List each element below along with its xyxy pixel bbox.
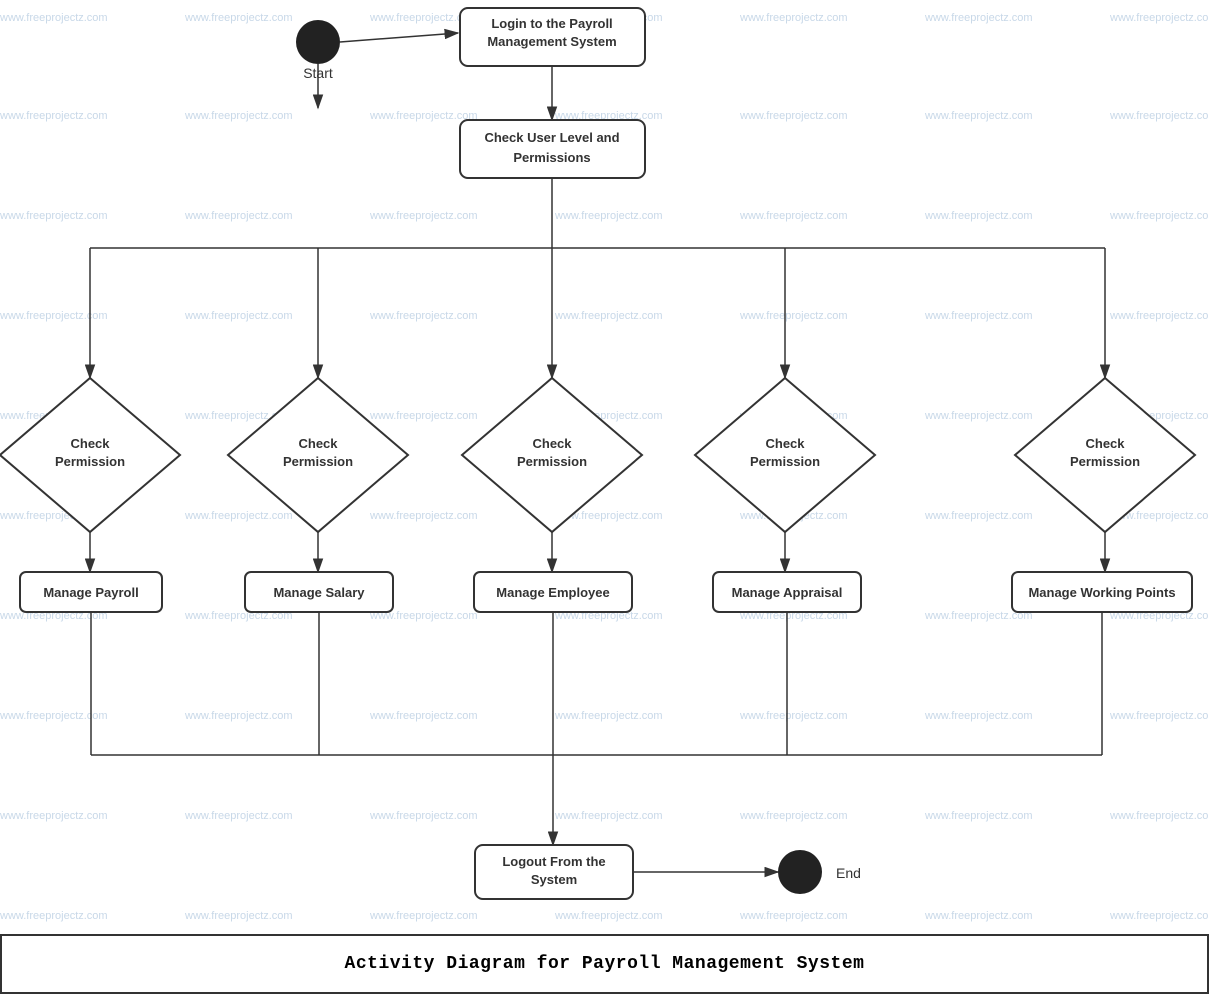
diagram-container: www.freeprojectz.com www.freeprojectz.co… [0,0,1209,994]
svg-text:Permissions: Permissions [513,150,590,165]
svg-text:Manage Payroll: Manage Payroll [43,585,138,600]
title-text: Activity Diagram for Payroll Management … [345,954,865,974]
svg-text:Check: Check [1085,436,1125,451]
svg-text:Check: Check [765,436,805,451]
svg-text:Manage Working Points: Manage Working Points [1028,585,1175,600]
svg-text:Permission: Permission [55,454,125,469]
svg-text:System: System [531,872,577,887]
end-label: End [836,865,861,881]
start-node [296,20,340,64]
svg-text:Permission: Permission [1070,454,1140,469]
svg-text:Permission: Permission [517,454,587,469]
svg-text:Check: Check [532,436,572,451]
svg-text:Check: Check [298,436,338,451]
svg-text:Logout From the: Logout From the [502,854,605,869]
svg-text:Manage Salary: Manage Salary [273,585,365,600]
svg-text:Login to the Payroll: Login to the Payroll [491,16,612,31]
check-user-level-box [460,120,645,178]
svg-text:Permission: Permission [750,454,820,469]
end-node [778,850,822,894]
activity-diagram-svg: Start Login to the Payroll Management Sy… [0,0,1209,994]
svg-text:Manage Appraisal: Manage Appraisal [732,585,843,600]
svg-text:Check: Check [70,436,110,451]
svg-text:Manage Employee: Manage Employee [496,585,609,600]
svg-text:Management System: Management System [487,34,616,49]
diagram-title: Activity Diagram for Payroll Management … [0,934,1209,994]
svg-text:Check User Level and: Check User Level and [484,130,619,145]
svg-text:Permission: Permission [283,454,353,469]
